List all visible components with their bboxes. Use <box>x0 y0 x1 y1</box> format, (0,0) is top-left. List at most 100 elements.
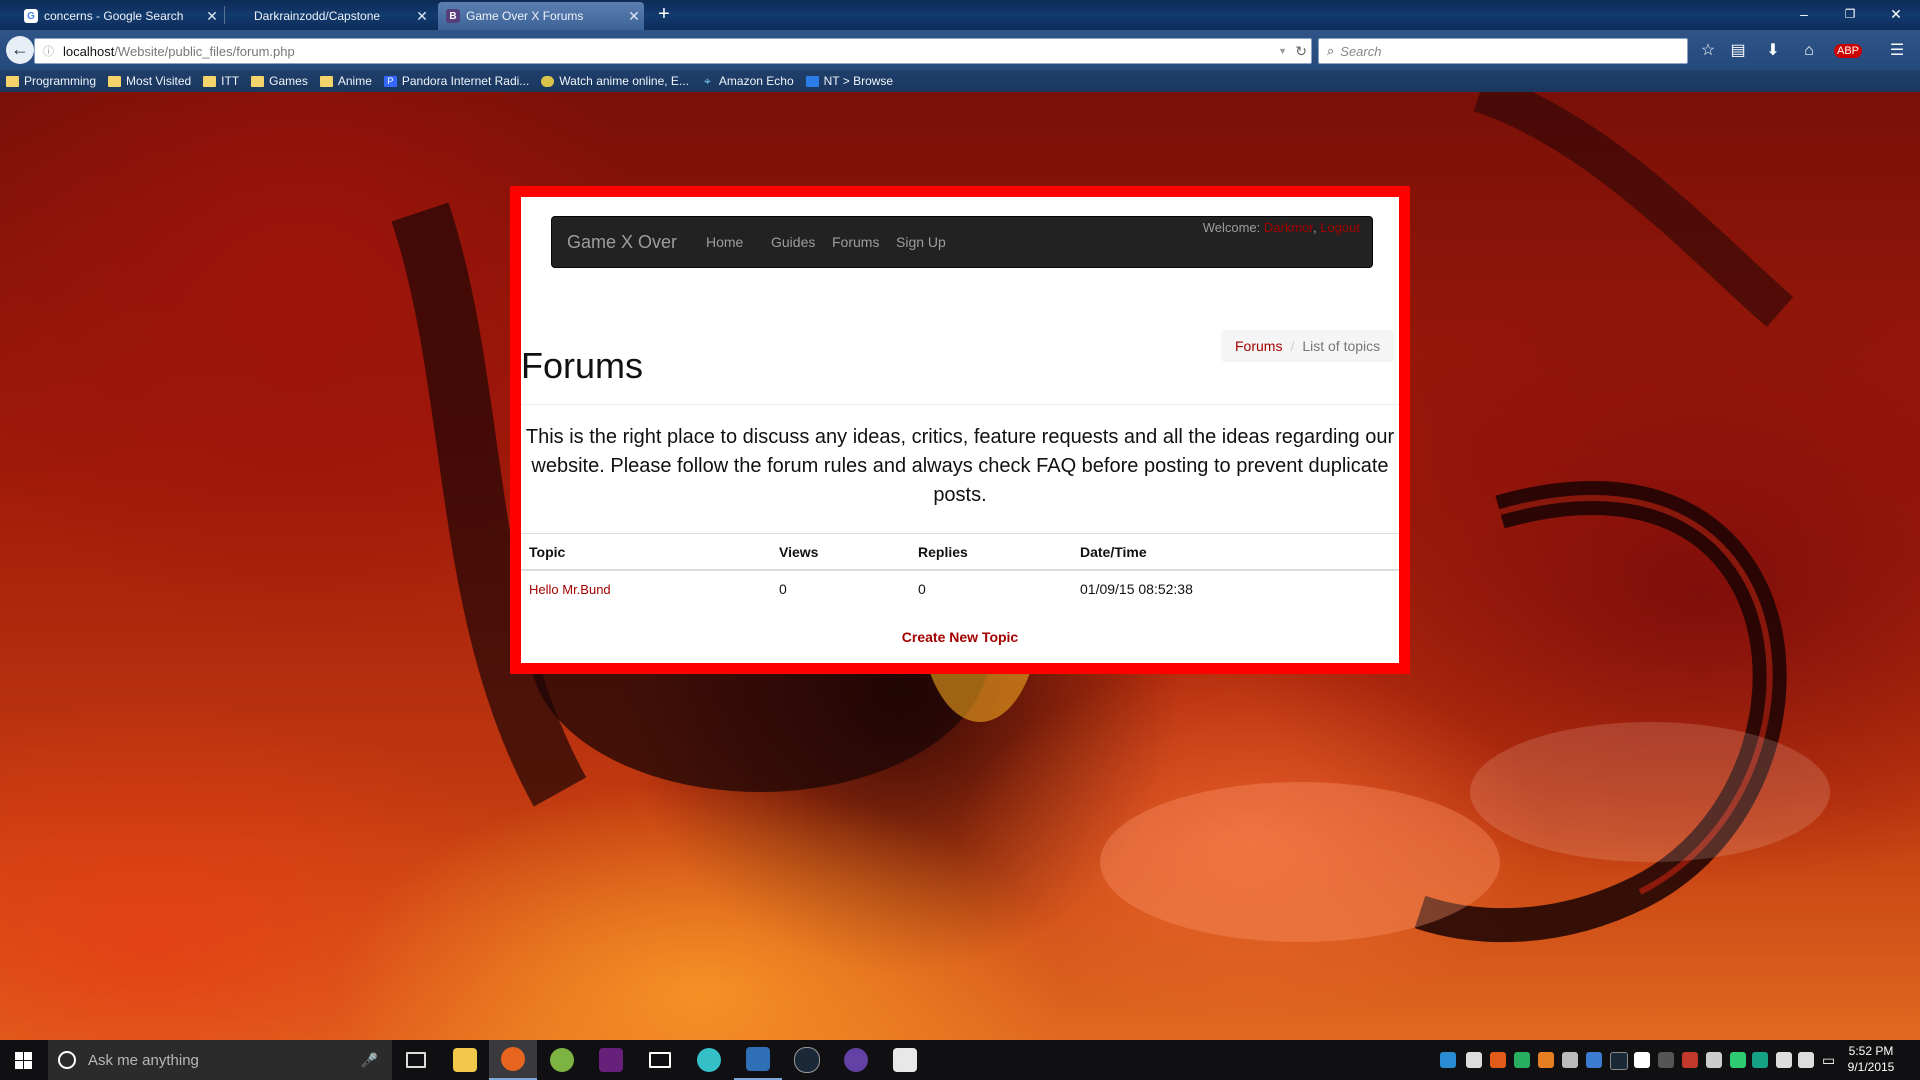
create-new-topic-link[interactable]: Create New Topic <box>521 629 1399 645</box>
volume-icon[interactable] <box>1798 1052 1814 1068</box>
tab-capstone[interactable]: Darkrainzodd/Capstone ✕ <box>226 2 432 30</box>
vlc-icon[interactable] <box>1490 1052 1506 1068</box>
nvidia-icon[interactable] <box>1752 1052 1768 1068</box>
bookmark-label: Games <box>269 74 308 88</box>
bookmark-star-icon[interactable]: ☆ <box>1697 40 1719 62</box>
bookmark-games[interactable]: Games <box>251 74 308 88</box>
nav-sign-up[interactable]: Sign Up <box>896 234 946 250</box>
nav-forums[interactable]: Forums <box>832 234 879 250</box>
table-row: Hello Mr.Bund 0 0 01/09/15 08:52:38 <box>521 570 1399 607</box>
gear-icon[interactable] <box>1658 1052 1674 1068</box>
adblock-icon[interactable]: ABP <box>1834 40 1863 62</box>
taskbar-steam[interactable] <box>783 1040 831 1080</box>
topic-link[interactable]: Hello Mr.Bund <box>529 582 611 597</box>
menu-icon[interactable]: ☰ <box>1886 40 1908 62</box>
download-icon[interactable]: ⬇ <box>1762 40 1784 62</box>
breadcrumb-current: List of topics <box>1302 338 1381 354</box>
column-header-views: Views <box>771 533 910 571</box>
bookmark-watch-anime[interactable]: Watch anime online, E... <box>541 74 689 88</box>
microphone-icon[interactable]: 🎤 <box>361 1052 378 1069</box>
bookmark-most-visited[interactable]: Most Visited <box>108 74 191 88</box>
folder-icon <box>319 75 333 87</box>
info-icon: ⓘ <box>43 46 54 58</box>
column-header-topic: Topic <box>521 533 771 571</box>
taskbar-file-explorer[interactable] <box>441 1040 489 1080</box>
antivirus-icon[interactable] <box>1682 1052 1698 1068</box>
tab-separator <box>224 6 225 24</box>
taskbar: Ask me anything 🎤 ▭ 5:52 PM 9/1/2015 <box>0 1040 1920 1080</box>
search-input[interactable]: ⌕ Search <box>1318 38 1688 64</box>
views-cell: 0 <box>779 581 787 597</box>
home-icon[interactable]: ⌂ <box>1798 40 1820 62</box>
visual-studio-icon <box>599 1048 623 1072</box>
bookmarks-toolbar: Programming Most Visited ITT Games Anime… <box>0 70 1920 92</box>
tab-google-search[interactable]: G concerns - Google Search ✕ <box>16 2 222 30</box>
bookmark-label: Most Visited <box>126 74 192 88</box>
cortana-icon <box>58 1051 76 1069</box>
new-tab-button[interactable]: + <box>652 3 676 26</box>
history-dropdown-icon[interactable]: ▼ <box>1278 46 1287 56</box>
start-button[interactable] <box>0 1040 48 1080</box>
logout-link[interactable]: Logout <box>1320 220 1360 235</box>
taskbar-clock[interactable]: 5:52 PM 9/1/2015 <box>1846 1043 1896 1075</box>
bookmark-itt[interactable]: ITT <box>203 74 239 88</box>
bookmark-amazon-echo[interactable]: ⌖ Amazon Echo <box>701 74 794 88</box>
close-tab-icon[interactable]: ✕ <box>624 8 644 25</box>
nav-home[interactable]: Home <box>706 234 743 250</box>
close-window-button[interactable]: ✕ <box>1874 2 1918 26</box>
taskbar-paint[interactable] <box>881 1040 929 1080</box>
breadcrumb-separator: / <box>1290 338 1295 354</box>
monitor-icon[interactable] <box>1706 1052 1722 1068</box>
breadcrumb: Forums / List of topics <box>1221 330 1395 362</box>
bookmark-label: ITT <box>221 74 240 88</box>
search-icon: ⌕ <box>1327 43 1335 58</box>
steam-tray-icon[interactable] <box>1610 1052 1628 1070</box>
skype-icon[interactable] <box>1440 1052 1456 1068</box>
taskbar-twitch[interactable] <box>832 1040 880 1080</box>
action-center-icon[interactable]: ▭ <box>1822 1052 1835 1069</box>
username-link[interactable]: Darkmor <box>1264 220 1313 235</box>
cortana-search-box[interactable]: Ask me anything 🎤 <box>48 1040 392 1080</box>
bookmark-label: Pandora Internet Radi... <box>401 74 530 88</box>
bookmark-nt-browse[interactable]: NT > Browse <box>805 74 893 88</box>
network-drive-icon[interactable] <box>1586 1052 1602 1068</box>
maximize-button[interactable]: ❐ <box>1828 2 1872 26</box>
google-drive-icon[interactable] <box>1730 1052 1746 1068</box>
close-tab-icon[interactable]: ✕ <box>412 8 432 25</box>
topics-table: Topic Views Replies Date/Time Hello Mr.B… <box>521 533 1399 607</box>
url-path: /Website/public_files/forum.php <box>114 43 295 59</box>
cloud-icon[interactable] <box>1466 1052 1482 1068</box>
network-icon[interactable] <box>1776 1052 1792 1068</box>
bookmark-pandora[interactable]: P Pandora Internet Radi... <box>383 74 530 88</box>
send-icon[interactable] <box>1634 1052 1650 1068</box>
razer-icon[interactable] <box>1562 1052 1578 1068</box>
minimize-button[interactable]: – <box>1782 2 1826 26</box>
bookmark-programming[interactable]: Programming <box>6 74 96 88</box>
site-brand[interactable]: Game X Over <box>567 232 677 253</box>
utorrent-icon[interactable] <box>1514 1052 1530 1068</box>
reload-icon[interactable]: ↻ <box>1295 43 1307 60</box>
taskbar-android-studio[interactable] <box>538 1040 586 1080</box>
url-bar[interactable]: ⓘ localhost/Website/public_files/forum.p… <box>34 38 1312 64</box>
back-button[interactable]: ← <box>6 36 34 64</box>
taskbar-visual-studio[interactable] <box>587 1040 635 1080</box>
close-tab-icon[interactable]: ✕ <box>202 8 222 25</box>
tray-app-icon[interactable] <box>1538 1052 1554 1068</box>
taskbar-firefox[interactable] <box>489 1040 537 1080</box>
taskbar-mail[interactable] <box>636 1040 684 1080</box>
task-view-button[interactable] <box>392 1040 440 1080</box>
taskbar-dreamweaver[interactable] <box>685 1040 733 1080</box>
taskbar-xampp[interactable] <box>734 1040 782 1080</box>
bookmark-anime[interactable]: Anime <box>319 74 372 88</box>
reading-list-icon[interactable]: ▤ <box>1727 40 1749 62</box>
bookmark-label: Programming <box>24 74 97 88</box>
navigation-toolbar: ← ⓘ localhost/Website/public_files/forum… <box>0 30 1920 70</box>
folder-icon <box>203 75 217 87</box>
nav-guides[interactable]: Guides <box>771 234 815 250</box>
forum-description: This is the right place to discuss any i… <box>525 426 1395 506</box>
tab-label: Game Over X Forums <box>466 9 584 23</box>
clock-time: 5:52 PM <box>1848 1044 1894 1058</box>
mail-icon <box>649 1052 671 1068</box>
tab-game-over-forums[interactable]: B Game Over X Forums ✕ <box>438 2 644 30</box>
breadcrumb-forums-link[interactable]: Forums <box>1235 338 1282 354</box>
